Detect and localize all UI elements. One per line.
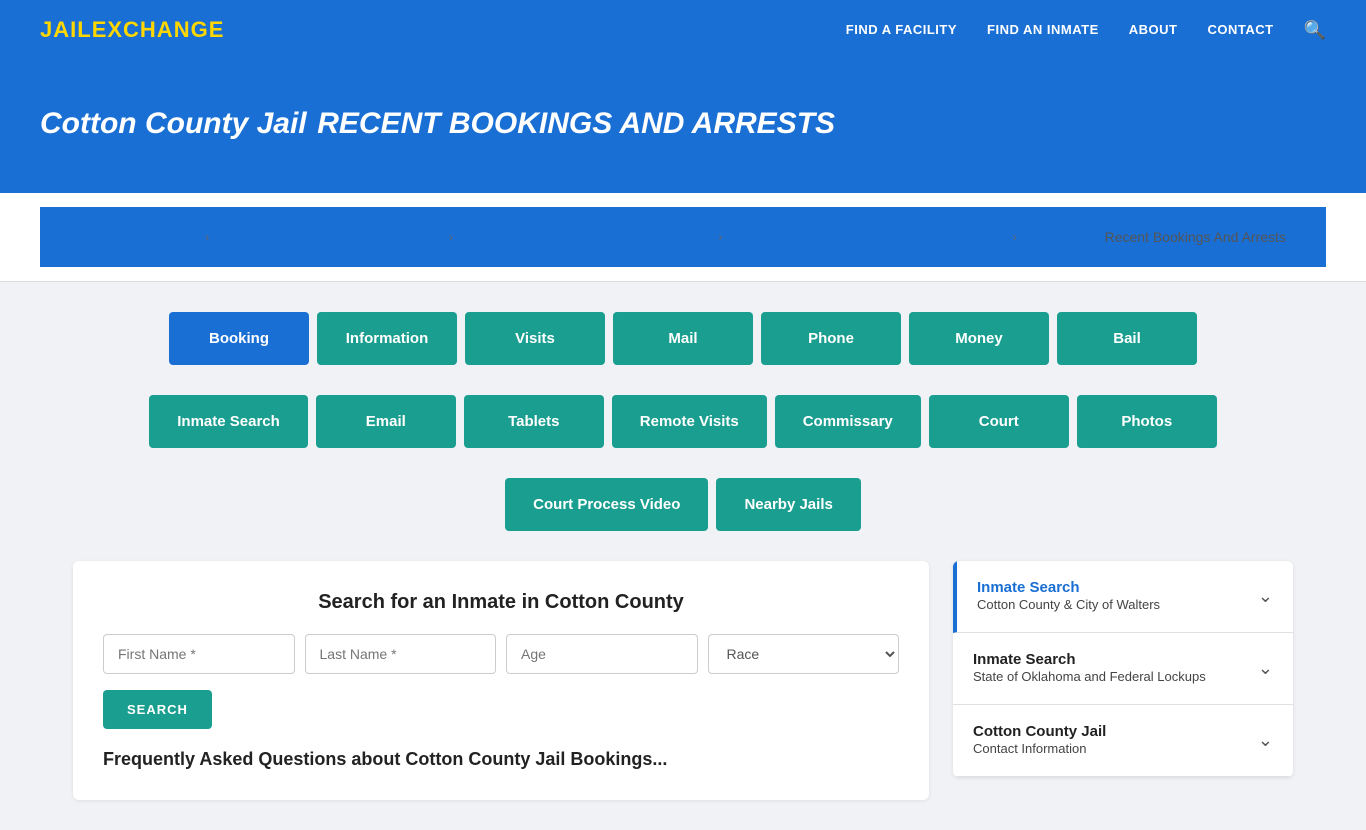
logo[interactable]: JAILEXCHANGE (40, 17, 224, 43)
nav-item-find-facility[interactable]: FIND A FACILITY (846, 21, 957, 39)
search-title: Search for an Inmate in Cotton County (103, 591, 899, 614)
age-input[interactable] (506, 634, 698, 674)
tab-court[interactable]: Court (929, 395, 1069, 448)
search-fields: Race White Black Hispanic Asian Native A… (103, 634, 899, 674)
breadcrumb: Home › Oklahoma › Cotton County › Cotton… (40, 207, 1326, 267)
nav-item-about[interactable]: ABOUT (1129, 21, 1178, 39)
nav-item-find-inmate[interactable]: FIND AN INMATE (987, 21, 1099, 39)
breadcrumb-current: Recent Bookings And Arrests (1105, 229, 1286, 245)
breadcrumb-home[interactable]: Home (80, 229, 117, 245)
sep4: › (1013, 230, 1017, 244)
breadcrumb-cotton-county[interactable]: Cotton County (541, 229, 631, 245)
sidebar-item-inmate-search-cotton[interactable]: Inmate Search Cotton County & City of Wa… (953, 561, 1293, 633)
tab-row-2: Inmate Search Email Tablets Remote Visit… (73, 395, 1293, 448)
chevron-down-icon: ⌄ (1258, 658, 1273, 679)
sidebar-item-contact-info[interactable]: Cotton County Jail Contact Information ⌄ (953, 705, 1293, 777)
sidebar: Inmate Search Cotton County & City of Wa… (953, 561, 1293, 777)
tab-row-1: Booking Information Visits Mail Phone Mo… (73, 312, 1293, 365)
tab-phone[interactable]: Phone (761, 312, 901, 365)
page-title: Cotton County Jail RECENT BOOKINGS AND A… (40, 100, 1326, 143)
tab-nearby-jails[interactable]: Nearby Jails (716, 478, 860, 531)
tab-court-process-video[interactable]: Court Process Video (505, 478, 708, 531)
first-name-input[interactable] (103, 634, 295, 674)
chevron-down-icon: ⌄ (1258, 586, 1273, 607)
tab-email[interactable]: Email (316, 395, 456, 448)
tab-row-3: Court Process Video Nearby Jails (73, 478, 1293, 531)
two-col-layout: Search for an Inmate in Cotton County Ra… (73, 561, 1293, 800)
sep2: › (449, 230, 453, 244)
tab-photos[interactable]: Photos (1077, 395, 1217, 448)
main-nav: JAILEXCHANGE FIND A FACILITY FIND AN INM… (0, 0, 1366, 60)
nav-search-icon[interactable]: 🔍 (1304, 20, 1326, 41)
tab-booking[interactable]: Booking (169, 312, 309, 365)
last-name-input[interactable] (305, 634, 497, 674)
tab-remote-visits[interactable]: Remote Visits (612, 395, 767, 448)
breadcrumb-cotton-county-jail[interactable]: Cotton County Jail (810, 229, 924, 245)
bottom-teaser: Frequently Asked Questions about Cotton … (103, 749, 899, 770)
logo-text-exchange: EXCHANGE (92, 17, 225, 42)
tab-mail[interactable]: Mail (613, 312, 753, 365)
hero-section: Cotton County Jail RECENT BOOKINGS AND A… (0, 60, 1366, 193)
inmate-search-section: Search for an Inmate in Cotton County Ra… (73, 561, 929, 800)
tab-money[interactable]: Money (909, 312, 1049, 365)
nav-links: FIND A FACILITY FIND AN INMATE ABOUT CON… (846, 20, 1326, 41)
tab-information[interactable]: Information (317, 312, 457, 365)
tab-tablets[interactable]: Tablets (464, 395, 604, 448)
search-button[interactable]: SEARCH (103, 690, 212, 729)
tab-bail[interactable]: Bail (1057, 312, 1197, 365)
race-select[interactable]: Race White Black Hispanic Asian Native A… (708, 634, 900, 674)
chevron-down-icon: ⌄ (1258, 730, 1273, 751)
sep3: › (718, 230, 722, 244)
breadcrumb-oklahoma[interactable]: Oklahoma (297, 229, 361, 245)
logo-text-jail: JAIL (40, 17, 92, 42)
sidebar-item-inmate-search-state[interactable]: Inmate Search State of Oklahoma and Fede… (953, 633, 1293, 705)
main-content: Booking Information Visits Mail Phone Mo… (33, 282, 1333, 830)
nav-item-contact[interactable]: CONTACT (1207, 21, 1273, 39)
tab-commissary[interactable]: Commissary (775, 395, 921, 448)
tab-inmate-search[interactable]: Inmate Search (149, 395, 308, 448)
breadcrumb-bar: Home › Oklahoma › Cotton County › Cotton… (0, 193, 1366, 282)
tab-visits[interactable]: Visits (465, 312, 605, 365)
sep1: › (205, 230, 209, 244)
